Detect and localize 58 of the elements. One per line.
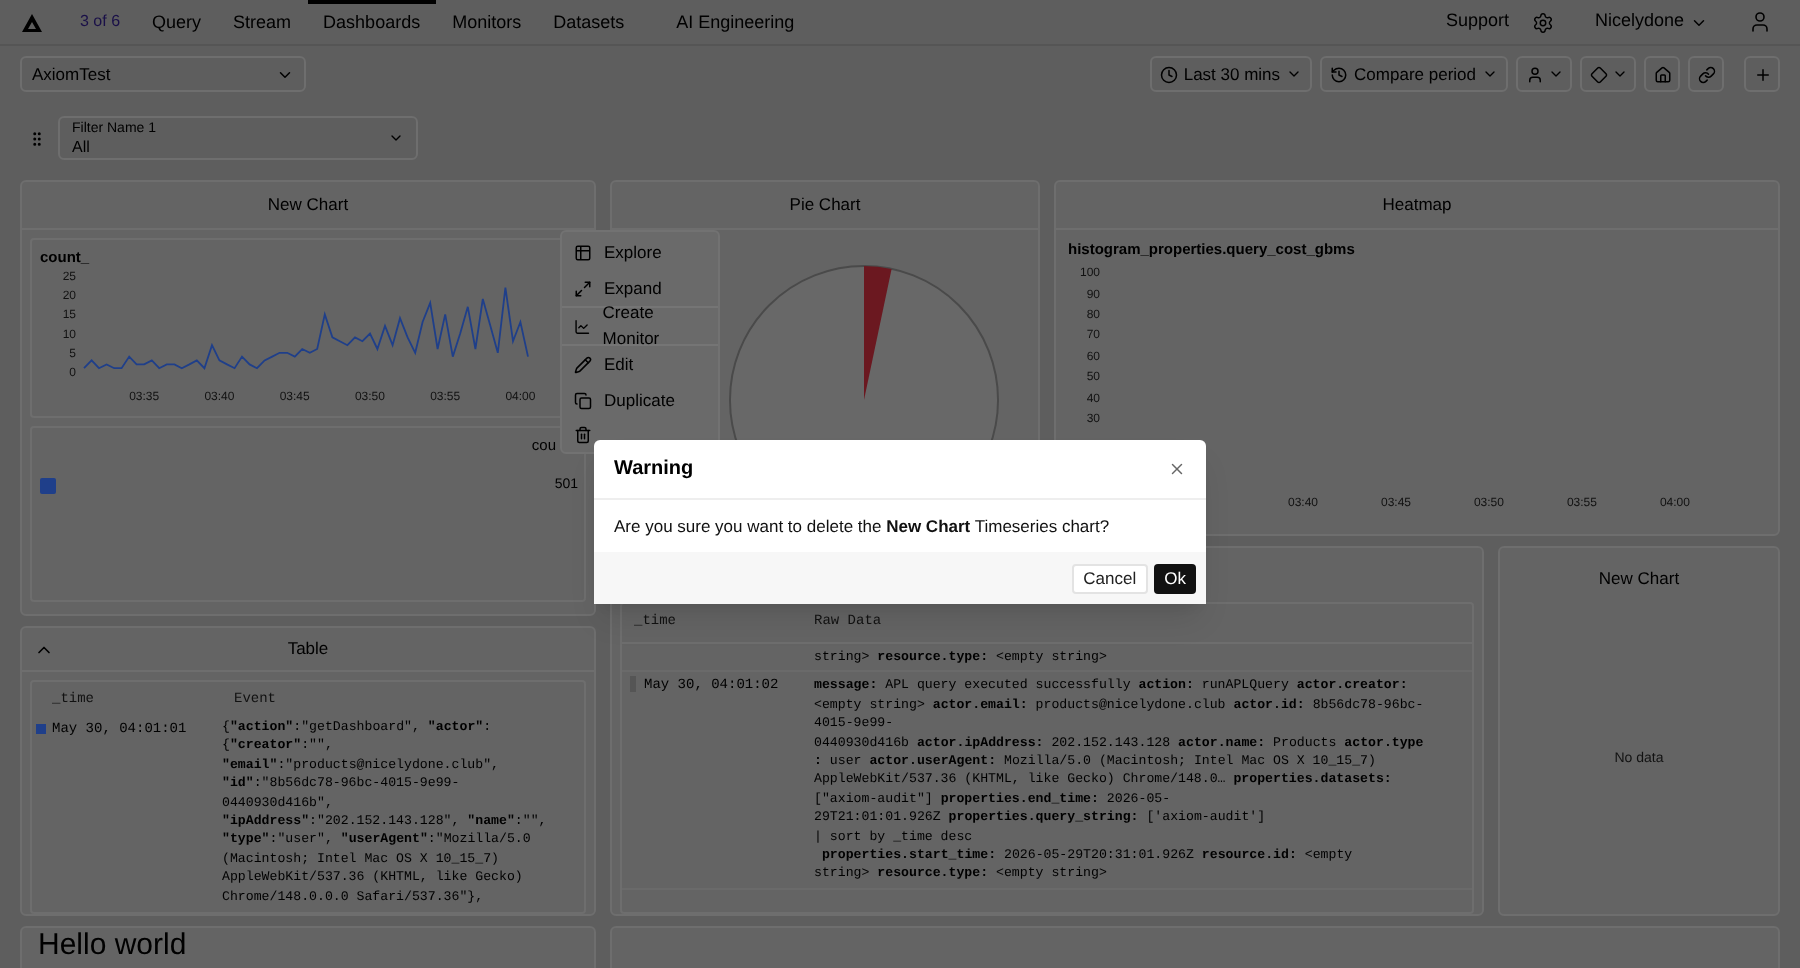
- heading-text: Hello world: [38, 928, 189, 962]
- diamond-button[interactable]: [1580, 56, 1636, 92]
- menu-item[interactable]: Duplicate: [604, 387, 675, 413]
- table-icon: [574, 243, 592, 261]
- menu-item[interactable]: Edit: [604, 351, 634, 377]
- diamond-icon: [1589, 65, 1607, 83]
- time-range-button[interactable]: Last 30 mins: [1149, 56, 1313, 92]
- nav-tab[interactable]: Monitors: [436, 0, 538, 44]
- nav-tab[interactable]: AI Engineering: [660, 0, 811, 44]
- link-icon: [1697, 65, 1715, 83]
- panel-title: New Chart: [267, 192, 349, 218]
- link-button[interactable]: [1688, 56, 1724, 92]
- copy-icon: [574, 391, 592, 409]
- dialog-message: Are you sure you want to delete the New Chart Timeseries chart?: [614, 513, 1110, 539]
- user-icon: [1525, 65, 1543, 83]
- panel-title: Heatmap: [1382, 192, 1452, 218]
- dialog-title: Warning: [614, 456, 694, 484]
- home-button[interactable]: [1644, 56, 1680, 92]
- settings-icon[interactable]: [1532, 11, 1555, 33]
- panel-title: Pie Chart: [789, 192, 861, 218]
- account-menu[interactable]: Nicelydone: [1594, 8, 1708, 36]
- chevron-down-icon: [1286, 66, 1303, 82]
- nav-tab[interactable]: Datasets: [537, 0, 641, 44]
- panel-title: Table: [287, 636, 329, 662]
- home-icon: [1653, 65, 1671, 83]
- trash-icon: [574, 425, 592, 443]
- chevron-down-icon: [388, 130, 404, 146]
- row-marker: [36, 724, 46, 734]
- user-filter-button[interactable]: [1516, 56, 1572, 92]
- menu-item[interactable]: Expand: [604, 275, 662, 301]
- cancel-button[interactable]: Cancel: [1071, 563, 1149, 593]
- logo-icon[interactable]: [20, 11, 44, 33]
- menu-item[interactable]: Create Monitor: [602, 300, 706, 352]
- chevron-down-icon: [1547, 66, 1563, 82]
- filter-value: All: [72, 138, 92, 156]
- ok-button[interactable]: Ok: [1154, 563, 1196, 593]
- support-link[interactable]: Support: [1445, 8, 1509, 36]
- history-icon: [1330, 65, 1349, 83]
- nav-tab[interactable]: Stream: [217, 0, 308, 44]
- user-icon[interactable]: [1748, 10, 1772, 34]
- chevron-down-icon: [1611, 66, 1627, 82]
- panel-title: New Chart: [1598, 565, 1680, 591]
- legend-swatch: [40, 478, 56, 494]
- nav-tab[interactable]: Query: [136, 0, 218, 44]
- chevron-down-icon: [1482, 66, 1498, 82]
- pencil-icon: [574, 355, 592, 373]
- expand-icon: [574, 279, 592, 297]
- compare-button[interactable]: Compare period: [1320, 56, 1508, 92]
- add-button[interactable]: [1744, 56, 1780, 92]
- menu-item[interactable]: Explore: [604, 239, 662, 265]
- nav-tab[interactable]: Dashboards: [307, 0, 437, 44]
- drag-handle-icon[interactable]: [28, 129, 46, 147]
- line-chart-icon: [574, 317, 591, 335]
- count-label: 3 of 6: [80, 10, 121, 34]
- plus-icon: [1753, 65, 1771, 83]
- dashboard-select[interactable]: AxiomTest: [20, 56, 306, 92]
- close-icon[interactable]: [1168, 460, 1186, 478]
- clock-icon: [1159, 65, 1178, 83]
